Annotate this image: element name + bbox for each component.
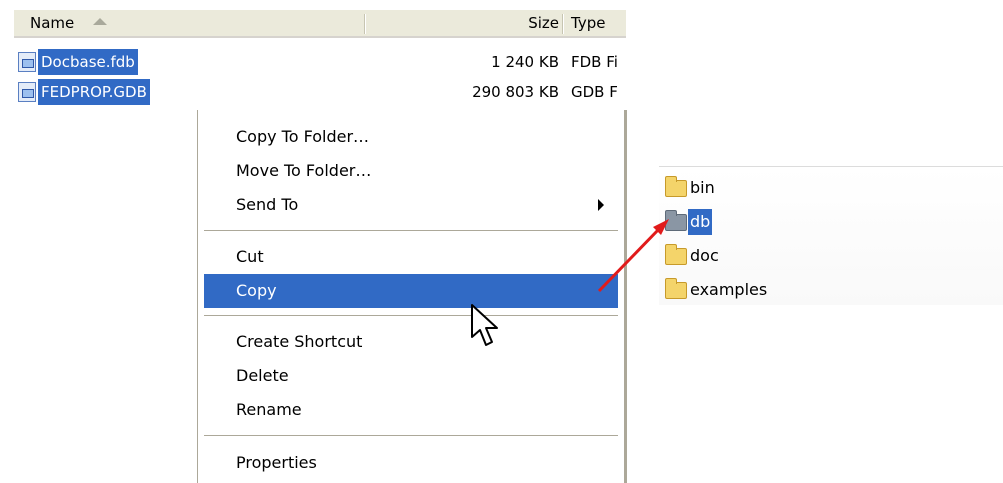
column-header-name-label: Name [30,14,75,32]
menu-item-copy[interactable]: Copy [204,274,618,308]
file-type: FDB Fi [571,53,618,71]
menu-item-copy-to-folder[interactable]: Copy To Folder… [204,120,618,154]
column-header-size[interactable]: Size [379,10,559,36]
menu-item-send-to-label: Send To [236,195,299,214]
red-arrow-icon [597,219,669,293]
column-header-type-label: Type [571,14,606,32]
file-size: 1 240 KB [491,53,559,71]
folder-icon [665,176,687,197]
sort-ascending-icon [93,18,108,25]
file-name: Docbase.fdb [38,49,138,75]
folder-label: bin [690,178,715,197]
submenu-arrow-icon [598,199,604,211]
folder-list-pane: bin db doc examples [659,166,1003,305]
menu-item-cut[interactable]: Cut [204,240,618,274]
column-header-bar: Name Size Type [14,10,626,38]
column-header-type[interactable]: Type [571,10,631,36]
file-rows: Docbase.fdb 1 240 KB FDB Fi FEDPROP.GDB … [14,48,630,108]
column-divider[interactable] [364,14,365,34]
database-file-icon [18,52,36,72]
column-divider[interactable] [562,14,563,34]
file-size: 290 803 KB [472,83,559,101]
file-row-docbase[interactable]: Docbase.fdb 1 240 KB FDB Fi [14,48,630,78]
folder-label: examples [690,280,768,299]
menu-separator [204,315,618,316]
file-name: FEDPROP.GDB [38,79,150,105]
menu-item-delete[interactable]: Delete [204,359,618,393]
column-header-size-label: Size [528,14,559,32]
menu-item-create-shortcut[interactable]: Create Shortcut [204,325,618,359]
menu-item-move-to-folder[interactable]: Move To Folder… [204,154,618,188]
file-row-fedprop[interactable]: FEDPROP.GDB 290 803 KB GDB F [14,78,630,108]
database-file-icon [18,82,36,102]
folder-label: doc [690,246,719,265]
menu-separator [204,435,618,436]
menu-item-properties[interactable]: Properties [204,446,618,480]
folder-label: db [688,209,713,235]
menu-item-rename[interactable]: Rename [204,393,618,427]
file-type: GDB F [571,83,618,101]
mouse-pointer-icon [471,304,498,346]
menu-separator [204,230,618,231]
column-header-name[interactable]: Name [30,10,375,36]
context-menu: Copy To Folder… Move To Folder… Send To … [197,110,627,483]
menu-item-send-to[interactable]: Send To [204,188,618,222]
